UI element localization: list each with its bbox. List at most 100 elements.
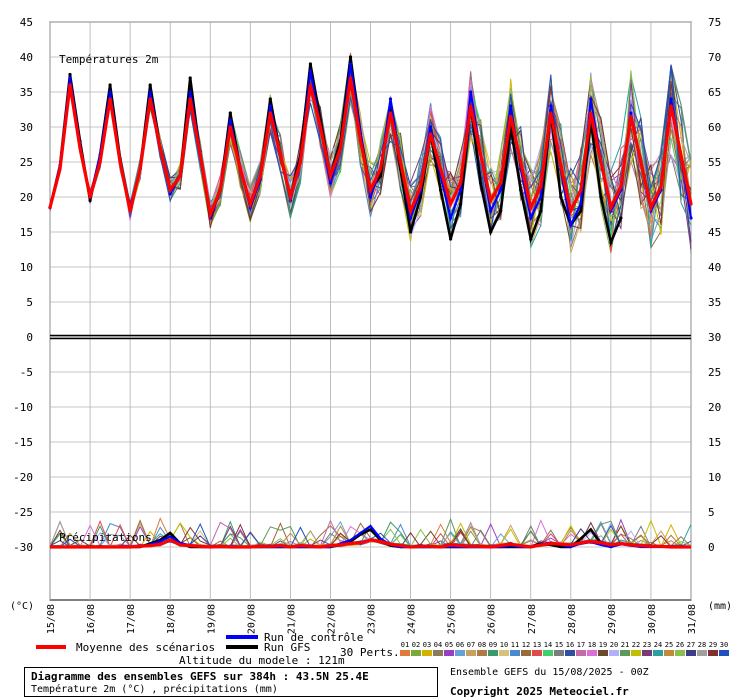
gefs-ensemble-diagram: { "chart_data": { "type": "line", "title…: [0, 0, 740, 700]
y-tick-left: -20: [13, 471, 33, 484]
mean-temp-point: [88, 195, 92, 199]
gfs-temp-point: [519, 188, 523, 192]
y-tick-left: 30: [20, 121, 33, 134]
control-temp-point: [409, 216, 413, 220]
y-tick-right: 70: [708, 51, 721, 64]
control-temp-point: [499, 188, 503, 192]
pert-swatch: [565, 650, 575, 656]
pert-number: 07: [467, 641, 475, 649]
y-tick-right: 5: [708, 506, 715, 519]
pert-number: 06: [456, 641, 464, 649]
gfs-temp-point: [88, 198, 92, 203]
pert-swatch: [466, 650, 476, 656]
pert-number: 01: [401, 641, 409, 649]
y-tick-right: 65: [708, 86, 721, 99]
mean-temp-point: [599, 160, 603, 164]
gfs-temp-point: [529, 237, 533, 241]
mean-temp-point: [278, 153, 282, 157]
y-tick-right: 35: [708, 296, 721, 309]
mean-temp-point: [108, 97, 112, 101]
mean-temp-point: [499, 181, 503, 185]
mean-temp-point: [308, 83, 312, 87]
control-temp-point: [308, 69, 312, 73]
pert-number: 16: [566, 641, 574, 649]
mean-temp-point: [489, 198, 493, 203]
mean-temp-point: [358, 139, 363, 143]
y-tick-right: 75: [708, 16, 721, 29]
mean-temp-point: [328, 174, 332, 178]
y-tick-right: 40: [708, 261, 721, 274]
mean-temp-point: [198, 153, 202, 157]
mean-temp-point: [549, 111, 553, 115]
control-temp-point: [569, 223, 573, 227]
mean-temp-point: [559, 163, 563, 168]
temperature-panel-label: Températures 2m: [59, 53, 159, 66]
gfs-temp-point: [439, 188, 443, 192]
pert-swatch: [631, 650, 641, 656]
pert-number: 27: [687, 641, 695, 649]
mean-temp-point: [669, 104, 673, 108]
pert-number: 12: [522, 641, 530, 649]
mean-temp-point: [419, 184, 423, 189]
mean-temp-point: [529, 205, 533, 210]
mean-temp-point: [338, 146, 343, 150]
pert-number: 04: [434, 641, 442, 649]
pert-swatch: [653, 650, 663, 656]
pert-swatch: [521, 650, 531, 656]
pert-swatch: [488, 650, 498, 656]
mean-temp-point: [298, 160, 302, 164]
mean-temp-point: [609, 205, 613, 210]
mean-temp-point: [218, 188, 222, 192]
y-tick-right: 0: [708, 541, 715, 554]
pert-number: 09: [489, 641, 497, 649]
pert-swatch: [411, 650, 421, 656]
mean-temp-point: [178, 174, 182, 178]
control-temp-point: [68, 76, 72, 80]
gfs-temp-point: [579, 209, 583, 213]
y-tick-right: 45: [708, 226, 721, 239]
pert-swatch: [719, 650, 729, 656]
footer-subtitle: Température 2m (°C) , précipitations (mm…: [31, 684, 278, 695]
pert-swatch: [444, 650, 454, 656]
y-tick-right: 30: [708, 331, 721, 344]
control-temp-point: [188, 90, 192, 94]
mean-temp-point: [118, 160, 122, 164]
gfs-temp-point: [599, 195, 603, 199]
mean-temp-point: [288, 195, 292, 199]
control-temp-point: [268, 104, 272, 108]
pert-swatch: [499, 650, 509, 656]
mean-temp-point: [248, 202, 252, 206]
control-temp-point: [228, 118, 232, 122]
control-temp-point: [328, 181, 332, 185]
y-tick-left: 35: [20, 86, 33, 99]
mean-temp-point: [158, 146, 162, 150]
control-temp-point: [589, 97, 593, 101]
gfs-temp-point: [308, 62, 312, 66]
y-tick-left: 10: [20, 261, 33, 274]
pert-swatch: [510, 650, 520, 656]
precipitation-panel-label: Précipitations: [59, 531, 152, 544]
control-temp-point: [689, 216, 693, 220]
pert-number: 13: [533, 641, 541, 649]
mean-temp-point: [689, 202, 693, 206]
control-temp-point: [489, 209, 493, 213]
legend-mean-label: Moyenne des scénarios: [76, 641, 215, 654]
gfs-temp-point: [459, 202, 463, 206]
run-info: Ensemble GEFS du 15/08/2025 - 00Z: [450, 667, 649, 678]
gfs-temp-point: [68, 72, 72, 77]
mean-temp-point: [449, 202, 453, 206]
mean-temp-point: [348, 76, 353, 80]
mean-temp-point: [639, 160, 643, 164]
pert-number: 10: [500, 641, 508, 649]
pert-number: 21: [621, 641, 629, 649]
y-tick-left: 40: [20, 51, 33, 64]
pert-number: 17: [577, 641, 585, 649]
gfs-temp-point: [409, 230, 413, 234]
mean-temp-point: [98, 160, 102, 164]
mean-temp-point: [268, 111, 272, 115]
mean-temp-point: [68, 83, 72, 87]
pert-swatch: [686, 650, 696, 656]
pert-swatch: [598, 650, 608, 656]
mean-temp-point: [148, 97, 152, 101]
mean-temp-point: [519, 160, 523, 164]
